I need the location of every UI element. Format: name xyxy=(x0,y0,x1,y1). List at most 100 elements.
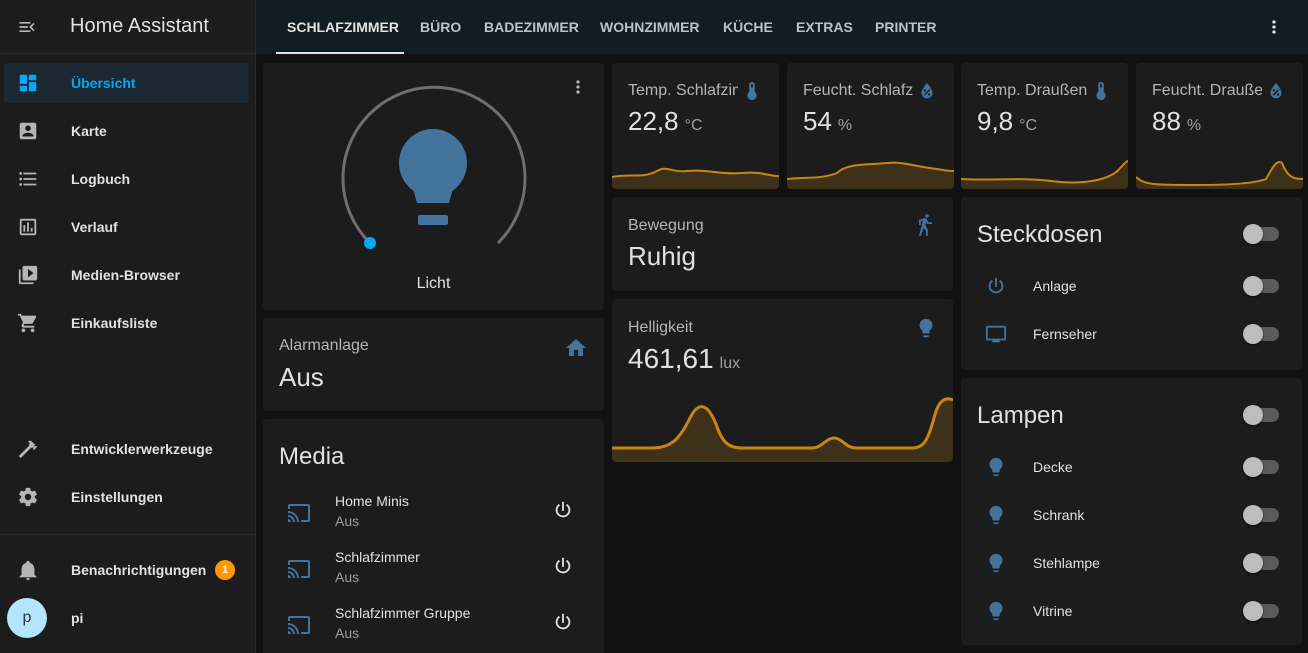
tab-wohnzimmer[interactable]: WOHNZIMMER xyxy=(600,0,700,54)
tab-buero[interactable]: BÜRO xyxy=(420,0,461,54)
sensor-value: 22,8 xyxy=(628,106,679,136)
thermometer-icon xyxy=(1090,80,1112,107)
sensor-history-graph xyxy=(787,161,954,189)
socket-toggle[interactable] xyxy=(1243,324,1279,344)
lamp-toggle[interactable] xyxy=(1243,601,1279,621)
sidebar-item-entwicklerwerkzeuge[interactable]: Entwicklerwerkzeuge xyxy=(4,429,249,469)
lamp-toggle[interactable] xyxy=(1243,505,1279,525)
sidebar-item-label: Karte xyxy=(71,123,107,139)
media-player-name: Home Minis xyxy=(335,493,409,509)
lamps-card: Lampen Decke Schrank Stehlampe Vitrine xyxy=(961,378,1302,645)
brightness-slider-handle[interactable] xyxy=(364,237,376,249)
media-player-state: Aus xyxy=(335,625,360,641)
alarm-label: Alarmanlage xyxy=(279,337,369,354)
tab-kueche[interactable]: KÜCHE xyxy=(723,0,773,54)
app-title: Home Assistant xyxy=(70,15,209,37)
socket-toggle[interactable] xyxy=(1243,276,1279,296)
lightbulb-icon xyxy=(985,504,1009,528)
cast-icon xyxy=(287,557,311,581)
lamp-row[interactable]: Vitrine xyxy=(961,598,1302,638)
chart-box-icon xyxy=(4,216,52,238)
sockets-all-toggle[interactable] xyxy=(1243,224,1279,244)
sidebar-item-label: Verlauf xyxy=(71,219,118,235)
avatar: p xyxy=(7,598,47,638)
sensor-card[interactable]: Temp. Schlafzimmer 22,8 °C xyxy=(612,63,779,189)
hammer-icon xyxy=(4,438,52,460)
alarm-card[interactable]: Alarmanlage Aus xyxy=(263,318,604,411)
tab-schlafzimmer[interactable]: SCHLAFZIMMER xyxy=(287,0,399,54)
lamp-name: Schrank xyxy=(1033,507,1085,523)
lamp-toggle[interactable] xyxy=(1243,457,1279,477)
media-player-state: Aus xyxy=(335,513,360,529)
light-card: Licht xyxy=(263,63,604,310)
sidebar-item-user[interactable]: p pi xyxy=(4,598,249,638)
motion-label: Bewegung xyxy=(628,217,704,234)
alarm-state: Aus xyxy=(279,362,324,392)
motion-state: Ruhig xyxy=(628,241,696,271)
cart-icon xyxy=(4,312,52,334)
format-list-bulleted-icon xyxy=(4,168,52,190)
user-name: pi xyxy=(71,610,84,626)
walk-icon xyxy=(913,214,937,243)
cast-icon xyxy=(287,501,311,525)
sensor-value-line: 88% xyxy=(1152,106,1201,137)
lamps-all-toggle[interactable] xyxy=(1243,405,1279,425)
socket-row[interactable]: Fernseher xyxy=(961,321,1302,361)
brightness-card[interactable]: Helligkeit 461,61 lux xyxy=(612,299,953,462)
sensor-card[interactable]: Feucht. Draußen 88% xyxy=(1136,63,1303,189)
sidebar-item-logbuch[interactable]: Logbuch xyxy=(4,159,249,199)
lamp-toggle[interactable] xyxy=(1243,553,1279,573)
sidebar-item-einkaufsliste[interactable]: Einkaufsliste xyxy=(4,303,249,343)
media-power-button[interactable] xyxy=(552,499,576,523)
socket-row[interactable]: Anlage xyxy=(961,273,1302,313)
motion-card[interactable]: Bewegung Ruhig xyxy=(612,197,953,291)
sensor-label: Temp. Schlafzimmer xyxy=(628,82,738,99)
lamp-row[interactable]: Schrank xyxy=(961,502,1302,542)
power-icon xyxy=(555,557,571,574)
media-player-row[interactable]: Schlafzimmer Gruppe Aus xyxy=(263,603,604,651)
sockets-title: Steckdosen xyxy=(977,221,1103,248)
dots-vertical-icon xyxy=(1272,20,1276,34)
media-player-name: Schlafzimmer Gruppe xyxy=(335,605,471,621)
lamp-row[interactable]: Stehlampe xyxy=(961,550,1302,590)
thermometer-icon xyxy=(741,80,763,107)
lamp-row[interactable]: Decke xyxy=(961,454,1302,494)
lightbulb-icon xyxy=(985,600,1009,624)
media-player-row[interactable]: Schlafzimmer Aus xyxy=(263,547,604,595)
light-name: Licht xyxy=(416,275,451,292)
sidebar-item-label: Übersicht xyxy=(71,75,136,91)
sensor-value: 9,8 xyxy=(977,106,1014,136)
lightbulb-icon[interactable] xyxy=(395,123,471,233)
sidebar: Home Assistant Übersicht Karte Logbuch V… xyxy=(0,0,256,653)
menu-collapse-button[interactable] xyxy=(0,0,54,54)
light-more-info-button[interactable] xyxy=(568,77,592,101)
sidebar-item-uebersicht[interactable]: Übersicht xyxy=(4,63,249,103)
sidebar-divider xyxy=(0,534,255,535)
notification-badge: 1 xyxy=(215,560,235,580)
media-player-state: Aus xyxy=(335,569,360,585)
sensor-history-graph xyxy=(961,160,1128,189)
sidebar-item-verlauf[interactable]: Verlauf xyxy=(4,207,249,247)
tab-printer[interactable]: PRINTER xyxy=(875,0,936,54)
media-power-button[interactable] xyxy=(552,555,576,579)
power-icon xyxy=(555,613,571,630)
tab-badezimmer[interactable]: BADEZIMMER xyxy=(484,0,579,54)
bell-icon xyxy=(4,559,52,581)
sidebar-item-karte[interactable]: Karte xyxy=(4,111,249,151)
cast-icon xyxy=(287,613,311,637)
media-title: Media xyxy=(279,443,345,470)
sidebar-item-medien-browser[interactable]: Medien-Browser xyxy=(4,255,249,295)
sensor-card[interactable]: Temp. Draußen 9,8 °C xyxy=(961,63,1128,189)
sensor-history-graph xyxy=(612,167,779,189)
sensor-unit: % xyxy=(1186,117,1202,134)
media-player-row[interactable]: Home Minis Aus xyxy=(263,491,604,539)
overflow-menu-button[interactable] xyxy=(1260,13,1288,41)
home-icon xyxy=(564,336,588,365)
tab-extras[interactable]: EXTRAS xyxy=(796,0,853,54)
sidebar-item-einstellungen[interactable]: Einstellungen xyxy=(4,477,249,517)
sensor-card[interactable]: Feucht. Schlafzimmer 54% xyxy=(787,63,954,189)
sidebar-item-benachrichtigungen[interactable]: Benachrichtigungen 1 xyxy=(4,550,249,590)
map-account-icon xyxy=(4,120,52,142)
media-power-button[interactable] xyxy=(552,611,576,635)
power-icon xyxy=(985,275,1009,299)
